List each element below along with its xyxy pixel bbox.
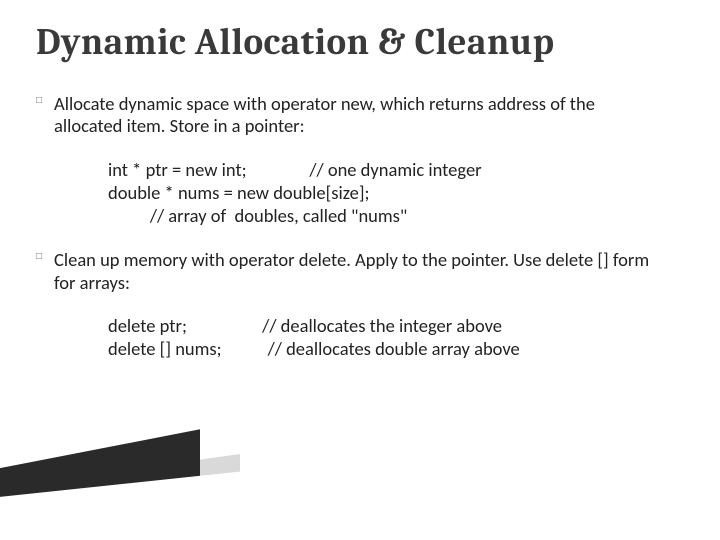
code-line: delete [] nums; // deallocates double ar… [108,337,684,360]
bullet-text: Allocate dynamic space with operator new… [54,93,684,138]
code-line: double * nums = new double[size]; [108,181,684,204]
bullet-item: Clean up memory with operator delete. Ap… [54,249,684,360]
slide-content: Allocate dynamic space with operator new… [36,93,684,361]
code-line: int * ptr = new int; // one dynamic inte… [108,158,684,181]
code-block: delete ptr; // deallocates the integer a… [108,314,684,360]
code-block: int * ptr = new int; // one dynamic inte… [108,158,684,227]
slide-title: Dynamic Allocation & Cleanup [36,22,684,65]
code-line: delete ptr; // deallocates the integer a… [108,314,684,337]
bullet-item: Allocate dynamic space with operator new… [54,93,684,228]
bullet-text: Clean up memory with operator delete. Ap… [54,249,684,294]
code-line: // array of doubles, called "nums" [108,204,684,227]
slide: Dynamic Allocation & Cleanup Allocate dy… [0,0,720,540]
